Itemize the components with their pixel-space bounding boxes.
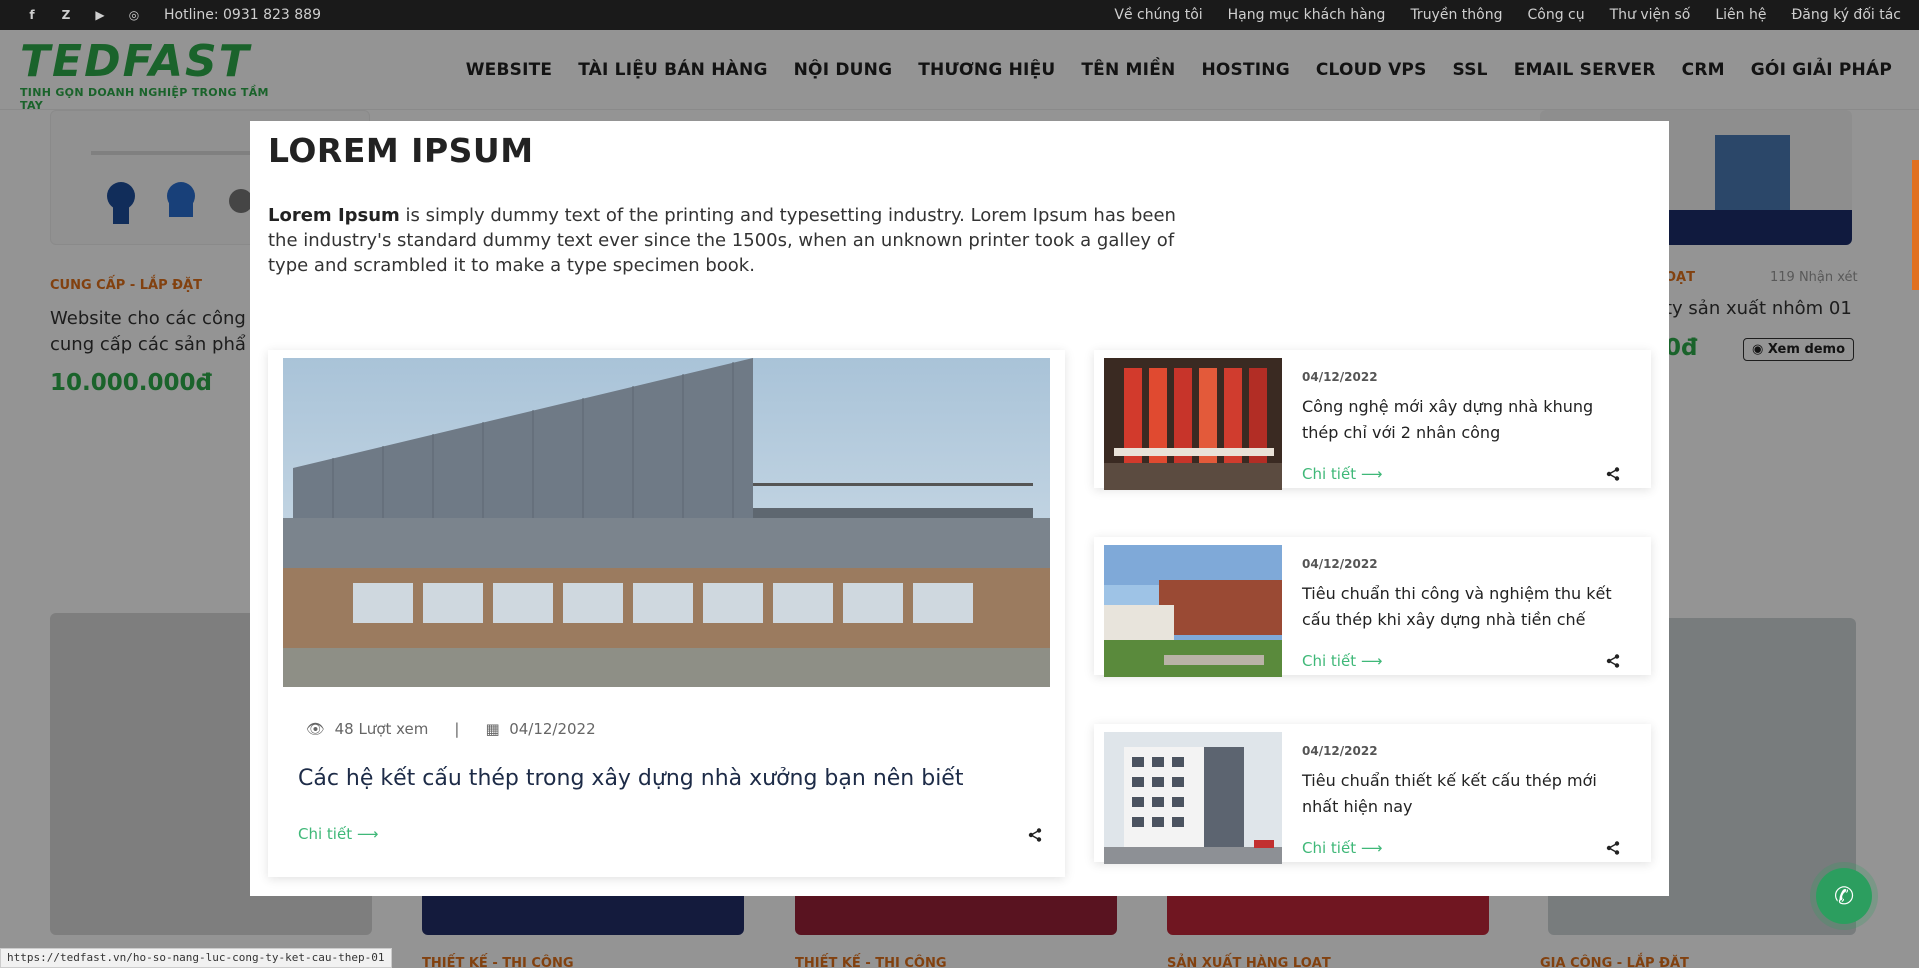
- featured-post-image[interactable]: [283, 358, 1050, 687]
- side-post-image[interactable]: [1104, 732, 1282, 864]
- read-more-label: Chi tiết: [1302, 652, 1357, 670]
- side-read-more-link[interactable]: Chi tiết ⟶: [1302, 839, 1382, 857]
- top-link-customers[interactable]: Hạng mục khách hàng: [1228, 7, 1386, 23]
- top-link-contact[interactable]: Liên hệ: [1715, 7, 1766, 23]
- social-links: f Z ▶ ◎: [20, 3, 146, 27]
- share-icon[interactable]: [1606, 467, 1622, 483]
- featured-post-card[interactable]: 👁 48 Lượt xem | ▦ 04/12/2022 Các hệ kết …: [268, 350, 1065, 877]
- side-post-title[interactable]: Công nghệ mới xây dựng nhà khung thép ch…: [1302, 394, 1632, 446]
- interior-photo: [1104, 358, 1282, 490]
- call-button[interactable]: ✆: [1816, 868, 1872, 924]
- top-link-about[interactable]: Về chúng tôi: [1114, 7, 1202, 23]
- arrow-right-icon: ⟶: [1360, 465, 1383, 483]
- arrow-right-icon: ⟶: [1360, 652, 1383, 670]
- read-more-label: Chi tiết: [298, 825, 353, 843]
- top-links: Về chúng tôi Hạng mục khách hàng Truyền …: [1114, 0, 1901, 30]
- youtube-icon[interactable]: ▶: [88, 3, 112, 27]
- side-post-title[interactable]: Tiêu chuẩn thi công và nghiệm thu kết cấ…: [1302, 581, 1632, 633]
- post-date: 04/12/2022: [509, 720, 596, 738]
- phone-icon: ✆: [1833, 882, 1855, 910]
- status-bar-url: https://tedfast.vn/ho-so-nang-luc-cong-t…: [0, 948, 392, 968]
- share-icon[interactable]: [1606, 654, 1622, 670]
- view-count: 48 Lượt xem: [334, 720, 429, 738]
- side-post-card[interactable]: 04/12/2022 Công nghệ mới xây dựng nhà kh…: [1094, 350, 1651, 490]
- building-photo: [283, 358, 1050, 687]
- zalo-icon[interactable]: Z: [54, 3, 78, 27]
- side-post-image[interactable]: [1104, 358, 1282, 490]
- eye-icon: 👁: [306, 720, 335, 738]
- share-icon[interactable]: [1028, 828, 1044, 844]
- top-link-tools[interactable]: Công cụ: [1527, 7, 1584, 23]
- instagram-icon[interactable]: ◎: [122, 3, 146, 27]
- blog-modal: LOREM IPSUM Lorem Ipsum is simply dummy …: [250, 121, 1669, 896]
- scrollbar-thumb[interactable]: [1912, 160, 1919, 290]
- read-more-label: Chi tiết: [1302, 465, 1357, 483]
- modal-description: Lorem Ipsum is simply dummy text of the …: [268, 203, 1188, 278]
- building-photo: [1104, 732, 1282, 864]
- side-post-date: 04/12/2022: [1302, 370, 1378, 384]
- calendar-icon: ▦: [485, 720, 510, 738]
- top-bar: f Z ▶ ◎ Hotline: 0931 823 889 Về chúng t…: [0, 0, 1919, 30]
- building-photo: [1104, 545, 1282, 677]
- modal-title: LOREM IPSUM: [268, 131, 534, 170]
- facebook-icon[interactable]: f: [20, 3, 44, 27]
- side-post-image[interactable]: [1104, 545, 1282, 677]
- arrow-right-icon: ⟶: [1360, 839, 1383, 857]
- featured-read-more-link[interactable]: Chi tiết ⟶: [298, 825, 378, 843]
- top-link-media[interactable]: Truyền thông: [1410, 7, 1502, 23]
- description-bold: Lorem Ipsum: [268, 205, 400, 226]
- arrow-right-icon: ⟶: [356, 825, 379, 843]
- featured-post-meta: 👁 48 Lượt xem | ▦ 04/12/2022: [306, 720, 596, 738]
- side-post-date: 04/12/2022: [1302, 557, 1378, 571]
- side-post-card[interactable]: 04/12/2022 Tiêu chuẩn thi công và nghiệm…: [1094, 537, 1651, 677]
- hotline-text[interactable]: Hotline: 0931 823 889: [164, 7, 321, 23]
- side-post-title[interactable]: Tiêu chuẩn thiết kế kết cấu thép mới nhấ…: [1302, 768, 1632, 820]
- side-post-date: 04/12/2022: [1302, 744, 1378, 758]
- featured-post-title[interactable]: Các hệ kết cấu thép trong xây dựng nhà x…: [298, 766, 963, 791]
- side-read-more-link[interactable]: Chi tiết ⟶: [1302, 465, 1382, 483]
- side-post-card[interactable]: 04/12/2022 Tiêu chuẩn thiết kế kết cấu t…: [1094, 724, 1651, 864]
- top-link-library[interactable]: Thư viện số: [1610, 7, 1691, 23]
- description-text: is simply dummy text of the printing and…: [268, 205, 1176, 276]
- read-more-label: Chi tiết: [1302, 839, 1357, 857]
- top-link-partner[interactable]: Đăng ký đối tác: [1791, 7, 1901, 23]
- side-read-more-link[interactable]: Chi tiết ⟶: [1302, 652, 1382, 670]
- share-icon[interactable]: [1606, 841, 1622, 857]
- meta-separator: |: [454, 720, 460, 738]
